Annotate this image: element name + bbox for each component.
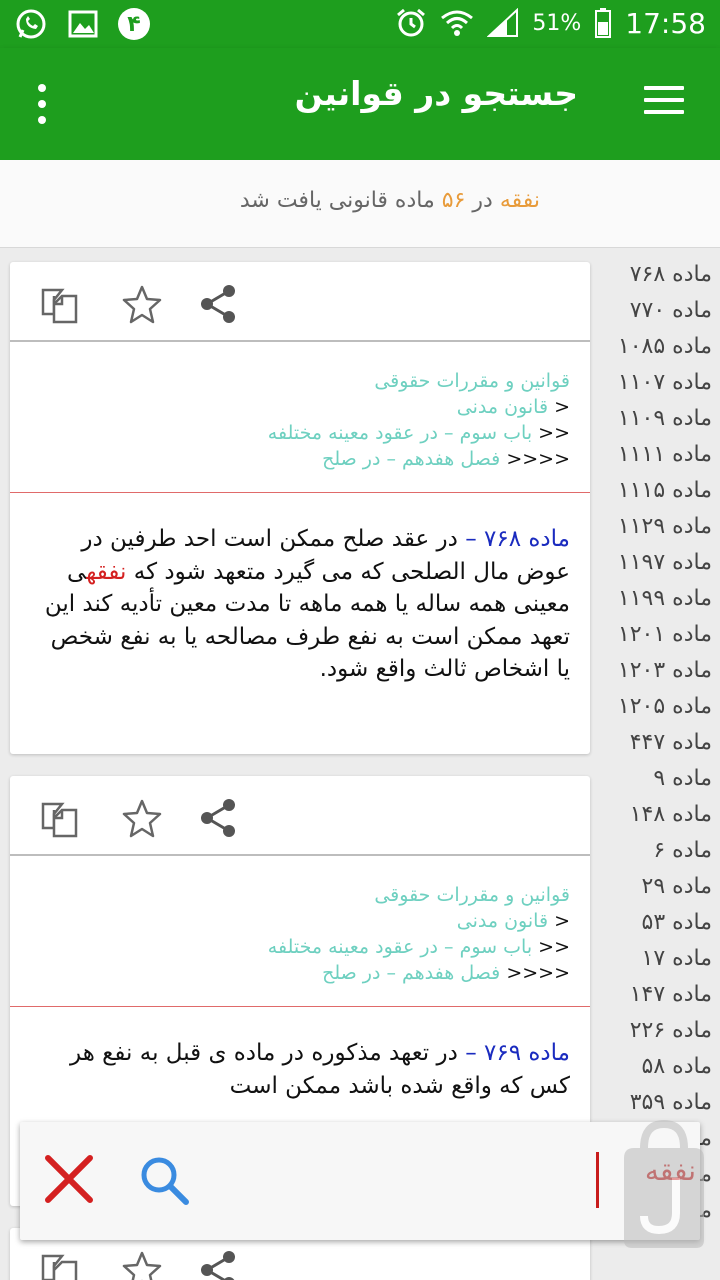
breadcrumb-arrow: <	[554, 910, 570, 932]
badge-count: ۴	[127, 11, 141, 37]
breadcrumb-level-2[interactable]: قانون مدنی	[457, 396, 548, 418]
highlighted-term: نفقه	[86, 558, 127, 585]
article-number: ماده ۷۶۸ –	[465, 526, 570, 552]
battery-percent: 51%	[532, 10, 582, 36]
sidebar-article-item[interactable]: ماده ۱۲۰۵	[594, 694, 720, 730]
results-summary: نفقه در ۵۶ ماده قانونی یافت شد	[0, 160, 720, 248]
gallery-icon	[66, 7, 100, 41]
badge-icon: ۴	[118, 8, 150, 40]
sidebar-article-item[interactable]: ماده ۱۷	[594, 946, 720, 982]
favorite-star-icon[interactable]	[120, 282, 164, 326]
share-icon[interactable]	[196, 796, 240, 840]
sidebar-article-item[interactable]: ماده ۱۲۰۳	[594, 658, 720, 694]
sidebar-article-item[interactable]: ماده ۲۹	[594, 874, 720, 910]
store-watermark-logo	[614, 1118, 714, 1250]
results-summary-text: نفقه در ۵۶ ماده قانونی یافت شد	[240, 188, 540, 213]
page-title: جستجو در قوانین	[294, 74, 578, 113]
sidebar-article-item[interactable]: ماده ۱۱۹۷	[594, 550, 720, 586]
favorite-star-icon[interactable]	[120, 796, 164, 840]
sidebar-article-item[interactable]: ماده ۹	[594, 766, 720, 802]
wifi-icon	[440, 6, 474, 40]
search-term: نفقه	[499, 188, 540, 213]
signal-icon	[486, 6, 520, 40]
copy-icon[interactable]	[38, 796, 82, 840]
system-icons: 51% 17:58	[394, 6, 706, 40]
sidebar-article-item[interactable]: ماده ۵۸	[594, 1054, 720, 1090]
article-breadcrumb: قوانین و مقررات حقوقی < قانون مدنی << با…	[10, 856, 590, 1007]
sidebar-article-item[interactable]: ماده ۱۱۹۹	[594, 586, 720, 622]
menu-icon[interactable]	[644, 86, 684, 118]
sidebar-article-item[interactable]: ماده ۱۰۸۵	[594, 334, 720, 370]
breadcrumb-arrow: <<	[538, 422, 570, 444]
article-text: ماده ۷۶۸ – در عقد صلح ممکن است احد طرفین…	[10, 493, 590, 704]
clock: 17:58	[625, 6, 706, 40]
search-bar	[20, 1122, 700, 1240]
sidebar-article-item[interactable]: ماده ۱۱۰۷	[594, 370, 720, 406]
sidebar-article-item[interactable]: ماده ۵۳	[594, 910, 720, 946]
result-count: ۵۶	[441, 188, 466, 213]
article-breadcrumb: قوانین و مقررات حقوقی < قانون مدنی << با…	[10, 342, 590, 493]
sidebar-article-item[interactable]: ماده ۱۴۸	[594, 802, 720, 838]
sidebar-article-item[interactable]: ماده ۱۲۰۱	[594, 622, 720, 658]
sidebar-article-item[interactable]: ماده ۷۷۰	[594, 298, 720, 334]
article-card: قوانین و مقررات حقوقی < قانون مدنی << با…	[10, 262, 590, 754]
sidebar-article-item[interactable]: ماده ۱۴۷	[594, 982, 720, 1018]
share-icon[interactable]	[196, 282, 240, 326]
summary-in-word: در	[472, 188, 493, 213]
sidebar-article-item[interactable]: ماده ۱۱۱۱	[594, 442, 720, 478]
sidebar-article-item[interactable]: ماده ۱۱۱۵	[594, 478, 720, 514]
status-bar: ۴ 51% 17:58	[0, 0, 720, 48]
search-icon	[141, 1157, 189, 1205]
share-icon[interactable]	[196, 1248, 240, 1280]
breadcrumb-arrow: <<	[538, 936, 570, 958]
notification-icons: ۴	[14, 7, 150, 41]
app-bar: جستجو در قوانین	[0, 48, 720, 160]
alarm-icon	[394, 6, 428, 40]
breadcrumb-level-2[interactable]: قانون مدنی	[457, 910, 548, 932]
battery-icon	[593, 6, 613, 40]
favorite-star-icon[interactable]	[120, 1248, 164, 1280]
summary-rest: ماده قانونی یافت شد	[239, 188, 435, 213]
sidebar-article-item[interactable]: ماده ۷۶۸	[594, 262, 720, 298]
card-actions	[10, 262, 590, 342]
breadcrumb-level-4[interactable]: فصل هفدهم – در صلح	[322, 448, 500, 470]
breadcrumb-level-3[interactable]: باب سوم – در عقود معینه مختلفه	[268, 936, 532, 958]
breadcrumb-level-3[interactable]: باب سوم – در عقود معینه مختلفه	[268, 422, 532, 444]
overflow-menu-icon[interactable]	[34, 84, 50, 124]
copy-icon[interactable]	[38, 282, 82, 326]
breadcrumb-level-1[interactable]: قوانین و مقررات حقوقی	[30, 882, 570, 908]
search-button[interactable]	[138, 1154, 192, 1208]
breadcrumb-arrow: <<<<	[506, 448, 570, 470]
card-actions	[10, 776, 590, 856]
breadcrumb-level-4[interactable]: فصل هفدهم – در صلح	[322, 962, 500, 984]
sidebar-article-item[interactable]: ماده ۴۴۷	[594, 730, 720, 766]
copy-icon[interactable]	[38, 1248, 82, 1280]
close-icon	[45, 1155, 93, 1203]
sidebar-article-item[interactable]: ماده ۱۱۰۹	[594, 406, 720, 442]
clear-search-button[interactable]	[42, 1152, 96, 1206]
breadcrumb-arrow: <<<<	[506, 962, 570, 984]
breadcrumb-arrow: <	[554, 396, 570, 418]
sidebar-article-item[interactable]: ماده ۱۱۲۹	[594, 514, 720, 550]
whatsapp-icon	[14, 7, 48, 41]
sidebar-article-item[interactable]: ماده ۶	[594, 838, 720, 874]
article-number: ماده ۷۶۹ –	[465, 1040, 570, 1066]
sidebar-article-item[interactable]: ماده ۲۲۶	[594, 1018, 720, 1054]
article-text: ماده ۷۶۹ – در تعهد مذکوره در ماده ی قبل …	[10, 1007, 590, 1120]
text-caret	[596, 1152, 599, 1208]
breadcrumb-level-1[interactable]: قوانین و مقررات حقوقی	[30, 368, 570, 394]
